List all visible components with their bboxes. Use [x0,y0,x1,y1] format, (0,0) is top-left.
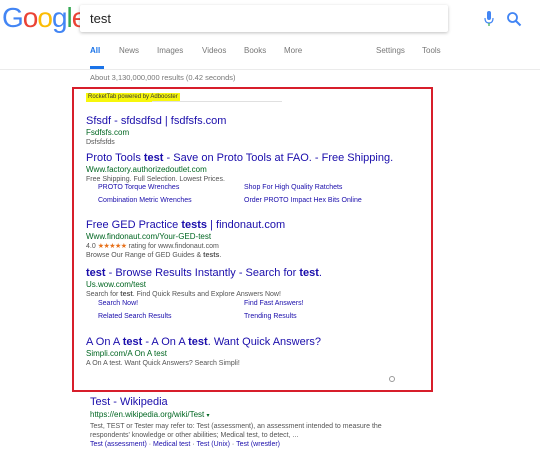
logo-letter: g [51,2,68,33]
ad-desc-keyword: test [120,291,133,298]
tab-books[interactable]: Books [244,46,266,55]
ad-title-text: - Save on Proto Tools at FAO. - Free Shi… [163,152,394,164]
active-tab-indicator [90,66,104,69]
ad-sitelink[interactable]: Order PROTO Impact Hex Bits Online [244,197,362,204]
tab-more[interactable]: More [284,46,302,55]
ad-description: Browse Our Range of GED Guides & tests. [86,251,285,260]
ad-sitelink[interactable]: Trending Results [244,313,297,320]
ad-title-link[interactable]: Proto Tools test - Save on Proto Tools a… [86,152,393,165]
ad-url: Us.wow.com/test [86,280,147,289]
ad-title-link[interactable]: A On A test - A On A test. Want Quick An… [86,336,321,349]
result-sublink[interactable]: Medical test [153,441,190,448]
ad-title-text: Proto Tools [86,152,144,164]
ad-title-text: . Want Quick Answers? [207,336,322,348]
ad-title-text: . [318,267,322,279]
ad-result: Proto Tools test - Save on Proto Tools a… [86,152,393,184]
results-stats: About 3,130,000,000 results (0.42 second… [90,73,236,82]
ad-result: Free GED Practice tests | findonaut.com … [86,219,285,260]
ad-rating: 4.0 ★★★★★ rating for www.findonaut.com [86,242,285,251]
ad-sitelink[interactable]: Related Search Results [98,313,172,320]
ad-title-keyword: test [143,152,164,164]
ad-sitelink[interactable]: Shop For High Quality Ratchets [244,184,342,191]
result-sublinks: Test (assessment) · Medical test · Test … [90,440,382,450]
ad-title-link[interactable]: test - Browse Results Instantly - Search… [86,267,322,280]
ad-description: Dsfsfsfds [86,139,115,146]
ad-sitelink[interactable]: PROTO Torque Wrenches [98,184,179,191]
tab-videos[interactable]: Videos [202,46,226,55]
ad-url: Www.findonaut.com/Your-GED-test [86,232,212,241]
ad-sitelink[interactable]: Find Fast Answers! [244,300,304,307]
ad-desc-text: Search for [86,291,121,298]
ad-desc-text: Browse Our Range of GED Guides & [86,252,204,259]
rating-value: 4.0 [86,243,96,250]
ad-title-text: - Browse Results Instantly - Search for [105,267,300,279]
result-url-text: https://en.wikipedia.org/wiki/Test [90,410,205,419]
search-input[interactable] [90,9,390,28]
search-icon[interactable] [506,11,522,27]
ad-title-text: Free GED Practice [86,219,182,231]
logo-letter: G [2,2,24,33]
result-title-link[interactable]: Test - Wikipedia [90,396,382,409]
result-sublink[interactable]: Test (wrestler) [236,441,280,448]
ad-url: Fsdfsfs.com [86,128,130,137]
ad-title-keyword: test [188,336,208,348]
ad-result: A On A test - A On A test. Want Quick An… [86,336,321,368]
tab-images[interactable]: Images [157,46,183,55]
ad-url: Simpli.com/A On A test [86,349,167,358]
ad-description: A On A test. Want Quick Answers? Search … [86,360,240,367]
ad-title-keyword: test [86,267,106,279]
star-rating-icon: ★★★★★ [97,243,127,250]
organic-result: Test - Wikipedia https://en.wikipedia.or… [90,396,382,450]
ad-desc-text: . Find Quick Results and Explore Answers… [132,291,281,298]
search-header: Google All News Images Videos Books More… [0,0,540,70]
ad-title-text: A On A [86,336,123,348]
result-url: https://en.wikipedia.org/wiki/Test ▾ [90,409,382,422]
ad-title-text: | findonaut.com [207,219,286,231]
ad-title-keyword: tests [181,219,208,231]
ad-sitelink[interactable]: Search Now! [98,300,138,307]
ad-desc-keyword: tests [203,252,220,259]
ad-description: Free Shipping. Full Selection. Lowest Pr… [86,176,225,183]
ad-title-keyword: test [122,336,143,348]
logo-letter: o [22,2,39,33]
logo-letter: o [37,2,53,33]
tab-news[interactable]: News [119,46,139,55]
ad-title-link[interactable]: Sfsdf - sfdsdfsd | fsdfsfs.com [86,115,226,128]
adchoices-icon[interactable] [389,376,395,382]
ad-result: test - Browse Results Instantly - Search… [86,267,322,299]
tab-settings[interactable]: Settings [376,46,405,55]
ad-title-text: - A On A [142,336,189,348]
tab-tools[interactable]: Tools [422,46,441,55]
ad-title-keyword: test [299,267,319,279]
ad-title-link[interactable]: Free GED Practice tests | findonaut.com [86,219,285,232]
result-sublink[interactable]: Test (Unix) [197,441,230,448]
search-box [80,5,522,32]
result-snippet: Test, TEST or Tester may refer to: Test … [90,423,382,430]
ad-desc-text: . [219,252,222,259]
ad-url: Www.factory.authorizedoutlet.com [86,165,207,174]
rating-text: rating for www.findonaut.com [128,243,219,250]
ad-tag-divider [152,101,282,102]
result-snippet: respondents' knowledge or other abilitie… [90,432,299,439]
ad-description: Search for test. Find Quick Results and … [86,290,322,299]
result-sublink[interactable]: Test (assessment) [90,441,147,448]
tab-all[interactable]: All [90,46,100,55]
ad-sitelink[interactable]: Combination Metric Wrenches [98,197,192,204]
google-logo[interactable]: Google [2,2,87,34]
microphone-icon[interactable] [484,11,494,27]
ad-result: Sfsdf - sfdsdfsd | fsdfsfs.com Fsdfsfs.c… [86,115,226,147]
chevron-down-icon[interactable]: ▾ [207,413,210,419]
